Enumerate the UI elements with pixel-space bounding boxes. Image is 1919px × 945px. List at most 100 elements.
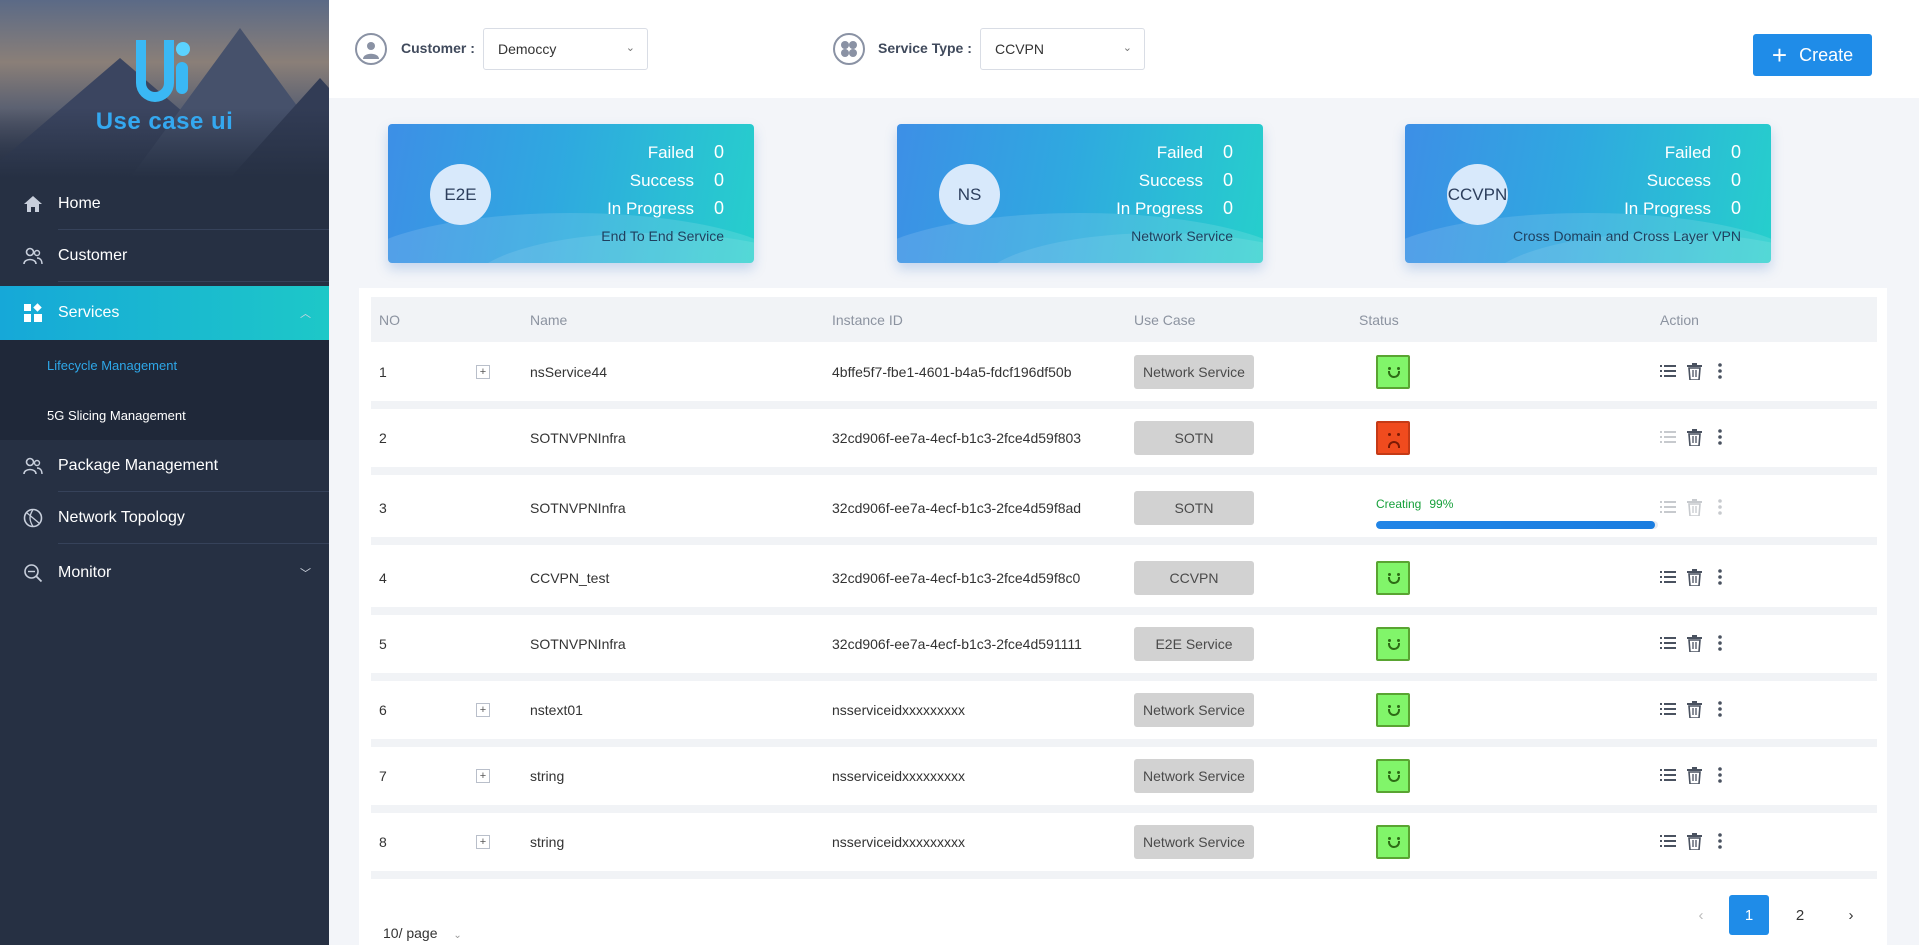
sidebar-item-label: Home [58,195,101,212]
delete-trash-icon[interactable] [1685,497,1703,517]
services-icon [22,302,44,324]
instance-id: 32cd906f-ee7a-4ecf-b1c3-2fce4d59f803 [832,430,1082,446]
sidebar-subitem-lifecycle[interactable]: Lifecycle Management [0,340,329,390]
delete-trash-icon[interactable] [1685,765,1703,785]
more-options-icon[interactable] [1711,831,1729,851]
table-row[interactable]: 3 SOTNVPNInfra 32cd906f-ee7a-4ecf-b1c3-2… [371,479,1877,545]
app-logo [134,38,194,106]
page-2-button[interactable]: 2 [1780,895,1820,935]
table-row[interactable]: 8 + string nsserviceidxxxxxxxxx Network … [371,813,1877,879]
table-row[interactable]: 1 + nsService44 4bffe5f7-fbe1-4601-b4a5-… [371,343,1877,409]
sidebar-item-label: Package Management [58,457,219,474]
next-page-button[interactable]: › [1831,895,1871,935]
details-list-icon[interactable] [1659,765,1677,785]
sidebar-item-customer[interactable]: Customer [0,230,329,282]
plus-icon: + [1771,40,1788,70]
row-number: 7 [379,768,387,784]
status-success-icon [1376,825,1410,859]
details-list-icon[interactable] [1659,427,1677,447]
package-icon [22,455,44,477]
more-options-icon[interactable] [1711,361,1729,381]
card-description: Cross Domain and Cross Layer VPN [1513,228,1741,244]
service-name: string [530,834,565,850]
table-row[interactable]: 4 CCVPN_test 32cd906f-ee7a-4ecf-b1c3-2fc… [371,549,1877,615]
status-success-icon [1376,355,1410,389]
failed-stat: Failed 0 [1156,142,1233,162]
sidebar-subitem-slicing[interactable]: 5G Slicing Management [0,390,329,440]
row-actions [1659,427,1729,447]
delete-trash-icon[interactable] [1685,361,1703,381]
expand-row-button[interactable]: + [476,703,490,717]
service-type-icon [833,33,865,65]
more-options-icon[interactable] [1711,567,1729,587]
service-name: nsService44 [530,364,608,380]
more-options-icon[interactable] [1711,427,1729,447]
table-row[interactable]: 5 SOTNVPNInfra 32cd906f-ee7a-4ecf-b1c3-2… [371,615,1877,681]
chevron-down-icon: ⌄ [625,42,635,54]
sidebar-item-package[interactable]: Package Management [0,440,329,492]
brand-banner: Use case ui [0,0,329,178]
table-row[interactable]: 7 + string nsserviceidxxxxxxxxx Network … [371,747,1877,813]
more-options-icon[interactable] [1711,699,1729,719]
success-stat: Success 0 [1138,170,1233,190]
service-name: nstext01 [530,702,583,718]
sidebar-item-topology[interactable]: Network Topology [0,492,329,544]
failed-stat: Failed 0 [1664,142,1741,162]
table-header: NO Name Instance ID Use Case Status Acti… [371,297,1877,342]
chevron-down-icon: ⌄ [453,930,462,941]
service-name: string [530,768,565,784]
topology-icon [22,507,44,529]
app-title: Use case ui [95,108,234,135]
row-number: 1 [379,364,387,380]
more-options-icon[interactable] [1711,765,1729,785]
home-icon [22,193,44,215]
page-size-select[interactable]: 10/ page ⌄ [383,925,462,941]
services-table-panel: NO Name Instance ID Use Case Status Acti… [359,288,1887,945]
service-type-select-value: CCVPN [995,41,1045,57]
sidebar-item-label: Monitor [58,564,112,581]
table-row[interactable]: 2 SOTNVPNInfra 32cd906f-ee7a-4ecf-b1c3-2… [371,409,1877,475]
customer-icon [355,33,387,65]
sidebar-item-label: Services [58,304,120,321]
page-1-button[interactable]: 1 [1729,895,1769,935]
table-row[interactable]: 6 + nstext01 nsserviceidxxxxxxxxx Networ… [371,681,1877,747]
more-options-icon[interactable] [1711,497,1729,517]
service-type-select[interactable]: CCVPN ⌄ [980,28,1145,70]
delete-trash-icon[interactable] [1685,831,1703,851]
row-number: 6 [379,702,387,718]
expand-row-button[interactable]: + [476,835,490,849]
delete-trash-icon[interactable] [1685,427,1703,447]
details-list-icon[interactable] [1659,699,1677,719]
use-case-tag: Network Service [1134,825,1254,859]
header-action: Action [1660,312,1699,328]
row-actions [1659,633,1729,653]
service-name: CCVPN_test [530,570,610,586]
expand-row-button[interactable]: + [476,769,490,783]
sidebar-item-services[interactable]: Services ︿ [0,286,329,340]
details-list-icon[interactable] [1659,567,1677,587]
delete-trash-icon[interactable] [1685,699,1703,719]
service-type-filter-label: Service Type : [878,40,972,56]
details-list-icon[interactable] [1659,633,1677,653]
instance-id: nsserviceidxxxxxxxxx [832,702,966,718]
status-success-icon [1376,627,1410,661]
card-description: End To End Service [601,228,724,244]
expand-row-button[interactable]: + [476,365,490,379]
delete-trash-icon[interactable] [1685,567,1703,587]
details-list-icon[interactable] [1659,497,1677,517]
instance-id: 32cd906f-ee7a-4ecf-b1c3-2fce4d59f8ad [832,500,1082,516]
service-name: SOTNVPNInfra [530,636,626,652]
delete-trash-icon[interactable] [1685,633,1703,653]
details-list-icon[interactable] [1659,361,1677,381]
customer-select[interactable]: Democcy ⌄ [483,28,648,70]
prev-page-button[interactable]: ‹ [1681,895,1721,935]
sidebar-item-monitor[interactable]: Monitor ﹀ [0,544,329,602]
use-case-tag: CCVPN [1134,561,1254,595]
sidebar-item-home[interactable]: Home [0,178,329,230]
status-success-icon [1376,693,1410,727]
card-description: Network Service [1131,228,1233,244]
details-list-icon[interactable] [1659,831,1677,851]
more-options-icon[interactable] [1711,633,1729,653]
create-button[interactable]: + Create [1753,34,1872,76]
success-stat: Success 0 [1646,170,1741,190]
